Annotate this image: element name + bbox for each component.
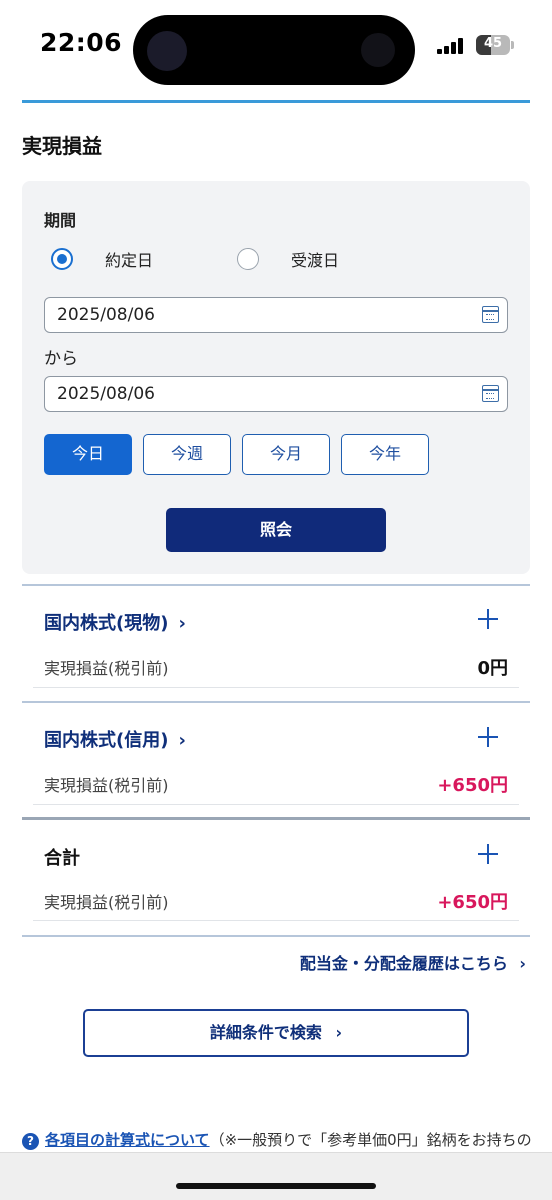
quick-range-month-button[interactable]: 今月 <box>242 434 330 475</box>
row-divider <box>33 804 519 805</box>
calendar-icon[interactable] <box>482 385 499 402</box>
radio-trade-date[interactable]: 約定日 <box>51 247 153 271</box>
battery-tip <box>511 41 514 49</box>
realized-pl-label: 実現損益(税引前) <box>44 776 169 795</box>
battery-level: 45 <box>483 36 503 51</box>
section-divider <box>22 935 530 937</box>
radio-settlement-date[interactable]: 受渡日 <box>237 247 339 271</box>
section-divider <box>22 817 530 820</box>
row-divider <box>33 687 519 688</box>
signal-icon <box>437 38 465 54</box>
calendar-icon[interactable] <box>482 306 499 323</box>
chevron-right-icon: › <box>178 613 186 634</box>
row-divider <box>33 920 519 921</box>
page-title: 実現損益 <box>22 134 102 158</box>
section-title-cash-stocks[interactable]: 国内株式(現物) › <box>44 609 186 635</box>
to-date-input[interactable] <box>57 377 437 410</box>
calculation-formula-link[interactable]: 各項目の計算式について <box>45 1131 210 1149</box>
home-indicator[interactable] <box>176 1183 376 1189</box>
dynamic-island <box>133 15 415 85</box>
quick-range-week-button[interactable]: 今週 <box>143 434 231 475</box>
realized-pl-label: 実現損益(税引前) <box>44 893 169 912</box>
section-divider <box>22 584 530 586</box>
status-time: 22:06 <box>40 28 123 57</box>
status-bar: 22:06 45 <box>0 0 552 90</box>
section-title-total: 合計 <box>44 848 80 869</box>
chevron-right-icon: › <box>519 954 526 973</box>
dividend-history-link[interactable]: 配当金・分配金履歴はこちら › <box>300 950 526 974</box>
realized-pl-value: 0円 <box>477 658 508 679</box>
quick-range-year-button[interactable]: 今年 <box>341 434 429 475</box>
plus-icon[interactable] <box>478 727 498 747</box>
radio-label: 受渡日 <box>291 251 340 270</box>
realized-pl-label: 実現損益(税引前) <box>44 659 169 678</box>
radio-indicator[interactable] <box>51 248 73 270</box>
radio-indicator[interactable] <box>237 248 259 270</box>
island-blur-left <box>147 31 187 71</box>
detail-search-label: 詳細条件で検索 <box>209 1023 322 1042</box>
dividend-history-text: 配当金・分配金履歴はこちら <box>299 954 508 973</box>
island-blur-right <box>361 33 395 67</box>
section-divider <box>22 701 530 703</box>
quick-range-today-button[interactable]: 今日 <box>44 434 132 475</box>
plus-icon[interactable] <box>478 844 498 864</box>
header-rule <box>22 100 530 103</box>
from-date-field[interactable] <box>44 297 508 333</box>
from-date-input[interactable] <box>57 298 437 331</box>
to-date-field[interactable] <box>44 376 508 412</box>
section-title-text: 国内株式(現物) <box>44 613 169 634</box>
detail-search-button[interactable]: 詳細条件で検索 › <box>83 1009 469 1057</box>
plus-icon[interactable] <box>478 609 498 629</box>
browser-bottom-bar <box>0 1152 552 1200</box>
realized-pl-value: +650円 <box>437 892 508 913</box>
battery-icon: 45 <box>476 35 510 55</box>
section-title-margin-stocks[interactable]: 国内株式(信用) › <box>44 726 186 752</box>
help-icon: ? <box>22 1133 39 1150</box>
submit-inquiry-button[interactable]: 照会 <box>166 508 386 552</box>
chevron-right-icon: › <box>178 730 186 751</box>
section-title-text: 国内株式(信用) <box>44 730 169 751</box>
period-label: 期間 <box>44 211 77 230</box>
radio-label: 約定日 <box>105 251 154 270</box>
chevron-right-icon: › <box>335 1023 343 1042</box>
search-panel: 期間 約定日 受渡日 から 今日 今週 今月 今年 照会 <box>22 181 530 574</box>
date-separator: から <box>44 349 78 369</box>
realized-pl-value: +650円 <box>437 775 508 796</box>
